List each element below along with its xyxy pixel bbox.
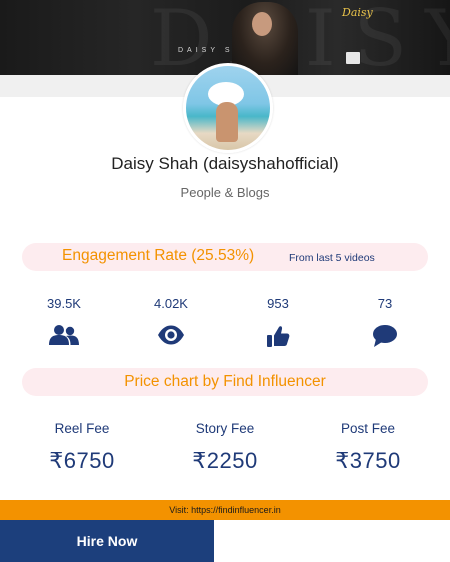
profile-category: People & Blogs xyxy=(180,185,270,200)
likes-icon xyxy=(248,324,308,348)
banner-watermark-text: DAISY xyxy=(150,0,450,75)
stat-followers-value: 39.5K xyxy=(47,296,81,311)
fee-story-label: Story Fee xyxy=(195,421,255,436)
fee-post-amount: ₹3750 xyxy=(335,448,401,473)
avatar xyxy=(183,63,273,153)
fee-reel: Reel Fee ₹6750 xyxy=(22,421,142,474)
price-chart-title: Price chart by Find Influencer xyxy=(124,373,326,390)
stat-comments: 73 xyxy=(355,296,415,348)
price-chart-header: Price chart by Find Influencer xyxy=(22,368,428,396)
engagement-rate-note: From last 5 videos xyxy=(289,252,375,264)
fee-post-label: Post Fee xyxy=(340,421,396,436)
fee-story: Story Fee ₹2250 xyxy=(165,421,285,474)
stat-likes: 953 xyxy=(248,296,308,348)
engagement-rate-label: Engagement Rate (25.53%) xyxy=(62,247,255,264)
fee-story-amount: ₹2250 xyxy=(192,448,258,473)
stat-comments-value: 73 xyxy=(377,296,393,311)
stat-likes-value: 953 xyxy=(267,296,289,311)
followers-icon xyxy=(34,324,94,348)
fee-reel-amount: ₹6750 xyxy=(49,448,115,473)
views-icon xyxy=(141,324,201,348)
stat-followers: 39.5K xyxy=(34,296,94,348)
visit-link[interactable]: Visit: https://findinfluencer.in xyxy=(169,505,280,515)
profile-name: Daisy Shah (daisyshahofficial) xyxy=(111,154,339,173)
visit-bar: Visit: https://findinfluencer.in xyxy=(0,500,450,520)
stat-views-value: 4.02K xyxy=(154,296,188,311)
fee-post: Post Fee ₹3750 xyxy=(308,421,428,474)
stat-views: 4.02K xyxy=(141,296,201,348)
hire-now-button[interactable]: Hire Now xyxy=(0,520,214,562)
comments-icon xyxy=(355,324,415,348)
fee-reel-label: Reel Fee xyxy=(54,421,110,436)
engagement-rate-badge: Engagement Rate (25.53%) From last 5 vid… xyxy=(22,243,428,271)
banner-signature-logo: Daisy xyxy=(342,6,373,19)
banner-brand-logo xyxy=(346,52,360,64)
banner-photo xyxy=(232,2,298,75)
